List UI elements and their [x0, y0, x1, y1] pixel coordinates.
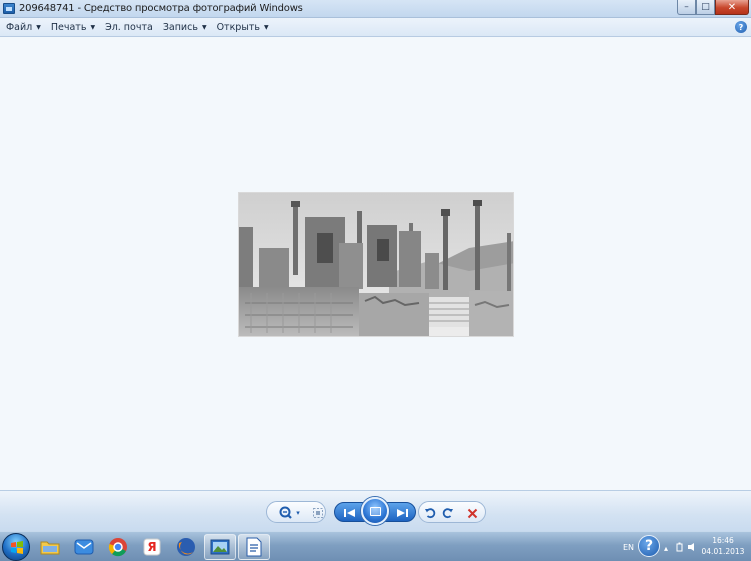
window-title: 209648741 - Средство просмотра фотографи… — [19, 3, 303, 14]
menu-print-label: Печать — [50, 21, 87, 33]
document-icon — [246, 537, 262, 557]
start-button[interactable] — [2, 533, 30, 561]
taskbar: Я EN ? ▴ 16:46 04.01.2013 — [0, 531, 751, 561]
yandex-glyph: Я — [147, 540, 157, 554]
tray-overflow-arrow[interactable]: ▴ — [664, 544, 668, 553]
taskbar-mail[interactable] — [68, 534, 100, 560]
chevron-down-icon: ▼ — [90, 23, 96, 31]
clock-time: 16:46 — [712, 536, 734, 545]
window-controls: – □ ✕ — [677, 0, 749, 15]
taskbar-explorer[interactable] — [34, 534, 66, 560]
minimize-button[interactable]: – — [677, 0, 696, 15]
folder-icon — [40, 541, 60, 555]
previous-button[interactable] — [340, 505, 360, 521]
ancient-ruins-photo — [238, 192, 514, 337]
close-button[interactable]: ✕ — [715, 0, 749, 15]
slideshow-icon — [370, 507, 381, 516]
tray-clock[interactable]: 16:46 04.01.2013 — [701, 535, 745, 557]
menu-burn[interactable]: Запись ▼ — [163, 22, 207, 33]
chevron-down-icon: ▼ — [263, 23, 269, 31]
menu-open[interactable]: Открыть ▼ — [217, 22, 269, 33]
next-icon — [397, 509, 408, 517]
menu-burn-label: Запись — [162, 21, 198, 33]
tray-status-icons[interactable] — [676, 542, 698, 552]
menu-print[interactable]: Печать ▼ — [51, 22, 95, 33]
photo-viewer-icon — [210, 539, 230, 555]
menu-email[interactable]: Эл. почта — [105, 22, 153, 33]
tray-help-icon[interactable]: ? — [638, 535, 660, 557]
taskbar-photo-viewer[interactable] — [204, 534, 236, 560]
taskbar-yandex[interactable]: Я — [136, 534, 168, 560]
image-viewer-area[interactable] — [0, 38, 751, 490]
previous-icon — [344, 509, 355, 517]
firefox-icon — [177, 538, 195, 556]
zoom-arrow: ▾ — [296, 509, 300, 517]
photo-viewer-icon — [3, 3, 15, 14]
help-icon[interactable]: ? — [735, 21, 747, 33]
menu-file[interactable]: Файл ▼ — [6, 22, 41, 33]
menu-bar: Файл ▼ Печать ▼ Эл. почта Запись ▼ Откры… — [0, 18, 751, 37]
rotate-left-icon — [425, 508, 436, 519]
slideshow-button[interactable] — [361, 497, 389, 525]
fit-window-icon — [313, 508, 323, 518]
rotate-left-button[interactable] — [422, 505, 438, 521]
title-bar[interactable]: 209648741 - Средство просмотра фотографи… — [0, 0, 751, 18]
chevron-down-icon: ▼ — [201, 23, 207, 31]
windows-logo-icon — [11, 541, 23, 554]
ruins-illustration — [239, 193, 513, 336]
mail-icon — [74, 539, 94, 555]
menu-open-label: Открыть — [216, 21, 260, 33]
delete-icon — [467, 508, 477, 518]
chevron-down-icon: ▼ — [36, 23, 41, 31]
next-button[interactable] — [392, 505, 412, 521]
tray-language[interactable]: EN — [623, 543, 634, 552]
menu-file-label: Файл — [6, 21, 33, 33]
rotate-right-icon — [442, 508, 453, 519]
maximize-button[interactable]: □ — [696, 0, 715, 15]
rotate-right-button[interactable] — [440, 505, 456, 521]
clock-date: 04.01.2013 — [701, 547, 745, 556]
fit-window-button[interactable] — [310, 505, 326, 521]
chrome-icon — [108, 538, 127, 557]
taskbar-chrome[interactable] — [102, 534, 134, 560]
taskbar-document[interactable] — [238, 534, 270, 560]
zoom-button[interactable]: ▾ — [276, 505, 302, 521]
delete-button[interactable] — [464, 505, 480, 521]
taskbar-firefox[interactable] — [170, 534, 202, 560]
menu-email-label: Эл. почта — [105, 21, 153, 33]
